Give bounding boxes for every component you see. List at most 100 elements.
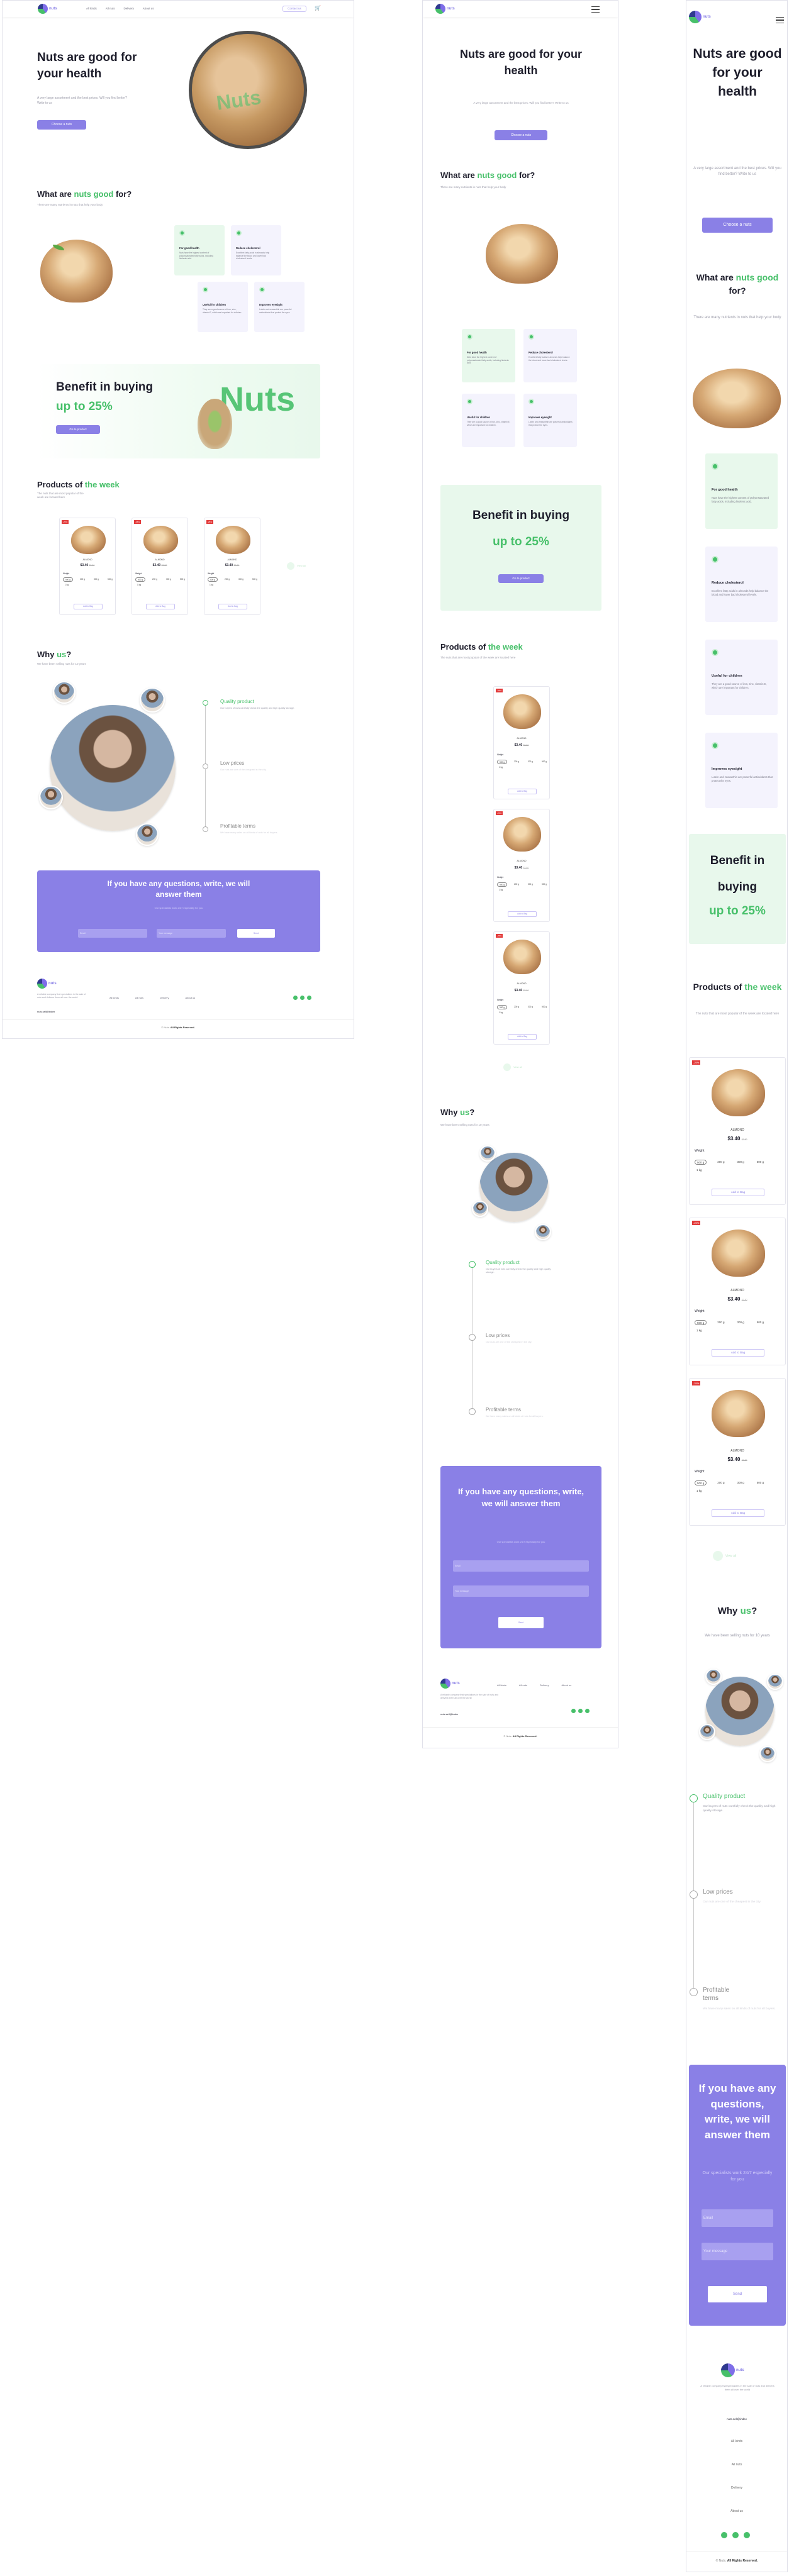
menu-icon[interactable] <box>776 17 784 25</box>
weight-option[interactable]: 1 kg <box>135 583 143 586</box>
add-to-bag-button[interactable]: Add to Bag <box>508 1034 537 1040</box>
timeline-dot[interactable] <box>690 1890 698 1899</box>
social-icon[interactable] <box>578 1709 583 1713</box>
weight-option[interactable]: 500 g <box>250 577 259 582</box>
social-icon[interactable] <box>585 1709 590 1713</box>
footer-logo[interactable]: nuts <box>37 979 57 989</box>
logo[interactable]: nuts <box>435 4 455 14</box>
menu-icon[interactable] <box>591 6 600 14</box>
footer-email[interactable]: nuts.sell@index <box>686 2418 787 2421</box>
send-button[interactable]: Send <box>708 2286 767 2302</box>
weight-option[interactable]: 1 kg <box>208 583 215 586</box>
cart-icon[interactable]: 🛒 <box>315 5 321 11</box>
weight-option[interactable]: 500 g <box>540 882 549 887</box>
weight-option[interactable]: 500 g <box>695 1320 707 1325</box>
weight-option[interactable]: 200 g <box>150 577 159 582</box>
weight-option[interactable]: 300 g <box>735 1480 746 1485</box>
timeline-dot[interactable] <box>203 826 208 832</box>
nav-item[interactable]: All kinds <box>86 7 97 10</box>
weight-option[interactable]: 500 g <box>178 577 187 582</box>
social-icon[interactable] <box>571 1709 576 1713</box>
weight-option[interactable]: 300 g <box>237 577 245 582</box>
add-to-bag-button[interactable]: Add to Bag <box>146 604 175 609</box>
email-field[interactable]: Email <box>78 929 147 938</box>
weight-option[interactable]: 300 g <box>164 577 173 582</box>
send-button[interactable]: Send <box>498 1617 544 1628</box>
weight-option[interactable]: 500 g <box>497 1005 507 1009</box>
weight-option[interactable]: 300 g <box>526 760 535 764</box>
timeline-dot[interactable] <box>203 700 208 706</box>
weight-option[interactable]: 300 g <box>735 1320 746 1325</box>
weight-option[interactable]: 200 g <box>512 882 521 887</box>
choose-nuts-button[interactable]: Choose a nuts <box>495 130 547 140</box>
timeline-dot[interactable] <box>469 1261 476 1268</box>
weight-option[interactable]: 200 g <box>223 577 232 582</box>
weight-option[interactable]: 200 g <box>715 1480 726 1485</box>
weight-option[interactable]: 500 g <box>497 760 507 764</box>
weight-option[interactable]: 500 g <box>755 1160 766 1165</box>
add-to-bag-button[interactable]: Add to Bag <box>74 604 103 609</box>
add-to-bag-button[interactable]: Add to Bag <box>712 1349 764 1357</box>
footer-link[interactable]: About us <box>561 1684 571 1687</box>
footer-link[interactable]: All kinds <box>686 2440 787 2443</box>
footer-link[interactable]: All nuts <box>686 2463 787 2467</box>
add-to-bag-button[interactable]: Add to Bag <box>218 604 247 609</box>
social-icon[interactable] <box>744 2532 750 2538</box>
weight-option[interactable]: 1 kg <box>695 1168 704 1172</box>
weight-option[interactable]: 500 g <box>63 577 73 582</box>
social-icon[interactable] <box>721 2532 727 2538</box>
weight-option[interactable]: 300 g <box>526 1005 535 1009</box>
weight-option[interactable]: 200 g <box>715 1160 726 1165</box>
message-field[interactable]: Your message <box>453 1585 589 1597</box>
timeline-dot[interactable] <box>203 763 208 769</box>
weight-option[interactable]: 300 g <box>735 1160 746 1165</box>
weight-option[interactable]: 1 kg <box>695 1328 704 1332</box>
social-icon[interactable] <box>293 996 298 1000</box>
footer-link[interactable]: About us <box>185 996 195 999</box>
weight-option[interactable]: 200 g <box>512 760 521 764</box>
weight-option[interactable]: 200 g <box>512 1005 521 1009</box>
weight-option[interactable]: 1 kg <box>497 1011 505 1014</box>
weight-option[interactable]: 200 g <box>78 577 87 582</box>
add-to-bag-button[interactable]: Add to Bag <box>508 789 537 794</box>
weight-option[interactable]: 500 g <box>755 1320 766 1325</box>
footer-link[interactable]: All kinds <box>109 996 119 999</box>
go-to-product-button[interactable]: Go to product <box>56 425 100 434</box>
send-button[interactable]: Send <box>237 929 275 938</box>
weight-option[interactable]: 500 g <box>106 577 115 582</box>
footer-logo[interactable]: nuts <box>721 2363 744 2377</box>
view-all-link[interactable]: View all <box>713 1551 736 1561</box>
footer-link[interactable]: Delivery <box>160 996 169 999</box>
logo[interactable]: nuts <box>38 4 57 14</box>
go-to-product-button[interactable]: Go to product <box>498 574 544 583</box>
timeline-dot[interactable] <box>469 1408 476 1415</box>
message-field[interactable]: Your message <box>702 2243 773 2260</box>
view-all-link[interactable]: View all <box>503 1063 522 1071</box>
timeline-dot[interactable] <box>690 1794 698 1802</box>
footer-link[interactable]: All kinds <box>497 1684 506 1687</box>
weight-option[interactable]: 500 g <box>135 577 145 582</box>
weight-option[interactable]: 500 g <box>695 1160 707 1165</box>
logo[interactable]: nuts <box>689 11 711 23</box>
nav-item[interactable]: About us <box>143 7 154 10</box>
email-field[interactable]: Email <box>453 1560 589 1572</box>
footer-link[interactable]: All nuts <box>135 996 143 999</box>
weight-option[interactable]: 300 g <box>526 882 535 887</box>
weight-option[interactable]: 1 kg <box>497 765 505 769</box>
weight-option[interactable]: 500 g <box>695 1480 707 1485</box>
weight-option[interactable]: 200 g <box>715 1320 726 1325</box>
contact-button[interactable]: Contact us <box>282 6 306 12</box>
add-to-bag-button[interactable]: Add to Bag <box>712 1509 764 1517</box>
social-icon[interactable] <box>732 2532 739 2538</box>
weight-option[interactable]: 300 g <box>92 577 101 582</box>
view-all-link[interactable]: View all <box>287 562 306 570</box>
weight-option[interactable]: 500 g <box>540 760 549 764</box>
message-field[interactable]: Your message <box>157 929 226 938</box>
weight-option[interactable]: 500 g <box>755 1480 766 1485</box>
weight-option[interactable]: 1 kg <box>63 583 70 586</box>
email-field[interactable]: Email <box>702 2209 773 2227</box>
timeline-dot[interactable] <box>469 1334 476 1341</box>
footer-link[interactable]: Delivery <box>540 1684 549 1687</box>
add-to-bag-button[interactable]: Add to Bag <box>508 911 537 917</box>
social-icon[interactable] <box>307 996 311 1000</box>
